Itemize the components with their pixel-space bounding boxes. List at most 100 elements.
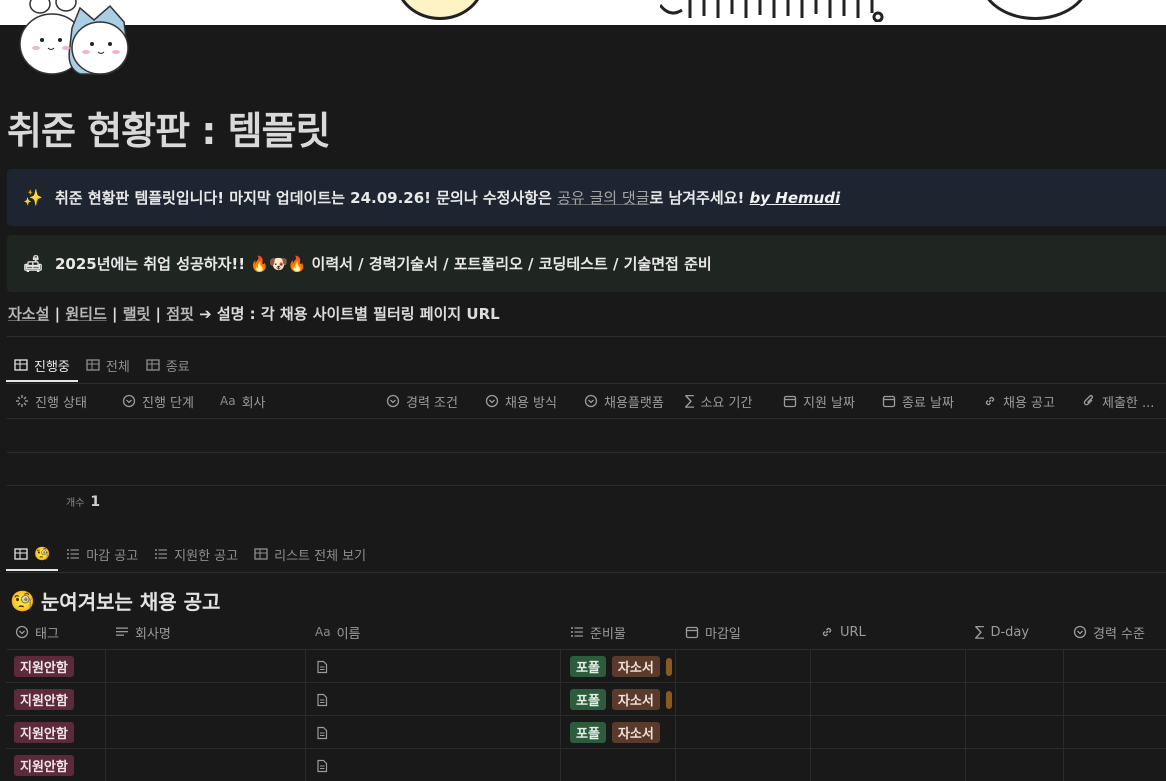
callout-goal-text: 2025년에는 취업 성공하자!! 🔥🐶🔥 이력서 / 경력기술서 / 포트폴리… (55, 255, 712, 273)
page-title[interactable]: 취준 현황판 : 템플릿 (7, 100, 331, 155)
table-icon (14, 548, 28, 560)
material-tag: 포폴 (570, 656, 606, 677)
table-row[interactable]: 지원안함 포폴 자소서 (6, 683, 1166, 716)
separator: | (150, 305, 167, 323)
table-row[interactable]: 지원안함 포폴 자소서 (6, 650, 1166, 683)
tab-full-list[interactable]: 리스트 전체 보기 (246, 538, 374, 570)
col-label: 이름 (336, 626, 361, 642)
link-rallit[interactable]: 랠릿 (123, 305, 151, 323)
text-type-icon: Aa (220, 394, 236, 408)
page-icon (317, 693, 328, 706)
count-value: 1 (90, 494, 101, 510)
db2-view-tabs: 🧐 마감 공고 지원한 공고 리스트 전체 보기 (6, 538, 374, 571)
materials-cell[interactable]: 포폴 자소서 (570, 650, 672, 683)
sparkles-icon: ✨ (23, 188, 43, 207)
name-cell[interactable] (315, 650, 329, 683)
tab-closed-postings[interactable]: 마감 공고 (58, 538, 146, 570)
tab-label: 리스트 전체 보기 (274, 548, 367, 564)
col-company[interactable]: Aa 회사 (211, 392, 377, 411)
tag-cell[interactable]: 지원안함 (14, 716, 74, 749)
col-label: 경력 조건 (406, 395, 458, 411)
name-cell[interactable] (315, 683, 329, 716)
table-row[interactable]: 지원안함 포폴 자소서 (6, 716, 1166, 749)
page-icon (317, 759, 328, 772)
cover-drawing (660, 0, 884, 22)
calendar-icon (882, 395, 896, 408)
status-tag: 지원안함 (14, 722, 74, 743)
col-border (560, 650, 561, 781)
select-icon (1073, 625, 1087, 639)
materials-cell[interactable]: 포폴 자소서 (570, 683, 672, 716)
tag-cell[interactable]: 지원안함 (14, 683, 74, 716)
col-label: 마감일 (705, 626, 741, 642)
table-row[interactable]: 지원안함 (6, 749, 1166, 781)
db2-title[interactable]: 🧐 눈여겨보는 채용 공고 (10, 586, 220, 615)
link-jumpit[interactable]: 점핏 (166, 305, 194, 323)
col-company-name[interactable]: 회사명 (106, 623, 306, 642)
col-platform[interactable]: 채용플랫폼 (575, 392, 676, 411)
col-hiring-method[interactable]: 채용 방식 (476, 392, 575, 411)
col-career-condition[interactable]: 경력 조건 (377, 392, 476, 411)
table-icon (146, 359, 160, 371)
select-icon (122, 394, 136, 408)
tab-watching[interactable]: 🧐 (6, 538, 59, 571)
col-deadline[interactable]: 마감일 (676, 623, 811, 642)
callout-goal: 🛋 2025년에는 취업 성공하자!! 🔥🐶🔥 이력서 / 경력기술서 / 포트… (7, 235, 1166, 292)
page-icon[interactable] (14, 0, 140, 78)
col-career-level[interactable]: 경력 수준 (1064, 623, 1166, 642)
separator: | (49, 305, 66, 323)
col-url[interactable]: URL (811, 625, 966, 640)
col-label: 종료 날짜 (902, 395, 954, 411)
col-name[interactable]: Aa 이름 (306, 623, 561, 642)
col-d-day[interactable]: ∑ D-day (966, 624, 1064, 640)
material-tag: 포폴 (570, 722, 606, 743)
select-icon (485, 394, 499, 408)
col-status[interactable]: 진행 상태 (6, 392, 113, 411)
material-tag-overflow (665, 657, 672, 676)
monocle-face-icon: 🧐 (10, 588, 35, 613)
col-materials[interactable]: 준비물 (561, 623, 676, 642)
col-label: 채용 공고 (1003, 395, 1055, 411)
col-stage[interactable]: 진행 단계 (113, 392, 211, 411)
cover-image[interactable] (0, 0, 1166, 25)
status-tag: 지원안함 (14, 656, 74, 677)
tab-label: 전체 (105, 359, 130, 375)
col-border (1063, 650, 1064, 781)
col-duration[interactable]: ∑ 소요 기간 (676, 392, 774, 411)
tag-cell[interactable]: 지원안함 (14, 650, 74, 683)
material-tag: 자소서 (611, 656, 660, 677)
comment-link[interactable]: 공유 글의 댓글 (557, 187, 649, 208)
calendar-icon (685, 626, 699, 639)
name-cell[interactable] (315, 716, 329, 749)
col-submitted[interactable]: 제출한 ... (1073, 392, 1163, 411)
col-border (105, 650, 106, 781)
col-label: URL (840, 624, 866, 640)
separator: | (106, 305, 123, 323)
tag-cell[interactable]: 지원안함 (14, 749, 74, 781)
tab-applied-postings[interactable]: 지원한 공고 (146, 538, 246, 570)
material-tag-overflow (665, 690, 672, 709)
db1-view-tabs: 진행중 전체 종료 (6, 349, 198, 382)
list-icon (571, 627, 583, 637)
col-end-date[interactable]: 종료 날짜 (873, 392, 974, 411)
tab-in-progress[interactable]: 진행중 (6, 349, 78, 382)
status-tag: 지원안함 (14, 689, 74, 710)
col-border (305, 650, 306, 781)
tab-ended[interactable]: 종료 (138, 349, 198, 381)
col-label: 소요 기간 (700, 395, 753, 411)
select-icon (386, 394, 400, 408)
calendar-icon (783, 395, 797, 408)
select-icon (15, 625, 29, 639)
name-cell[interactable] (315, 749, 329, 781)
materials-cell[interactable]: 포폴 자소서 (570, 716, 660, 749)
cover-illustration (395, 0, 485, 20)
site-links: 자소설 | 원티드 | 랠릿 | 점핏 ➔ 설명 : 각 채용 사이트별 필터링… (8, 303, 500, 324)
attachment-icon (1083, 394, 1094, 406)
col-tag[interactable]: 태그 (6, 623, 106, 642)
tab-all[interactable]: 전체 (78, 349, 138, 381)
col-apply-date[interactable]: 지원 날짜 (774, 392, 873, 411)
link-jasoseol[interactable]: 자소설 (8, 305, 49, 323)
link-wanted[interactable]: 원티드 (65, 305, 106, 323)
col-job-posting[interactable]: 채용 공고 (974, 392, 1073, 411)
table-icon (86, 359, 100, 371)
